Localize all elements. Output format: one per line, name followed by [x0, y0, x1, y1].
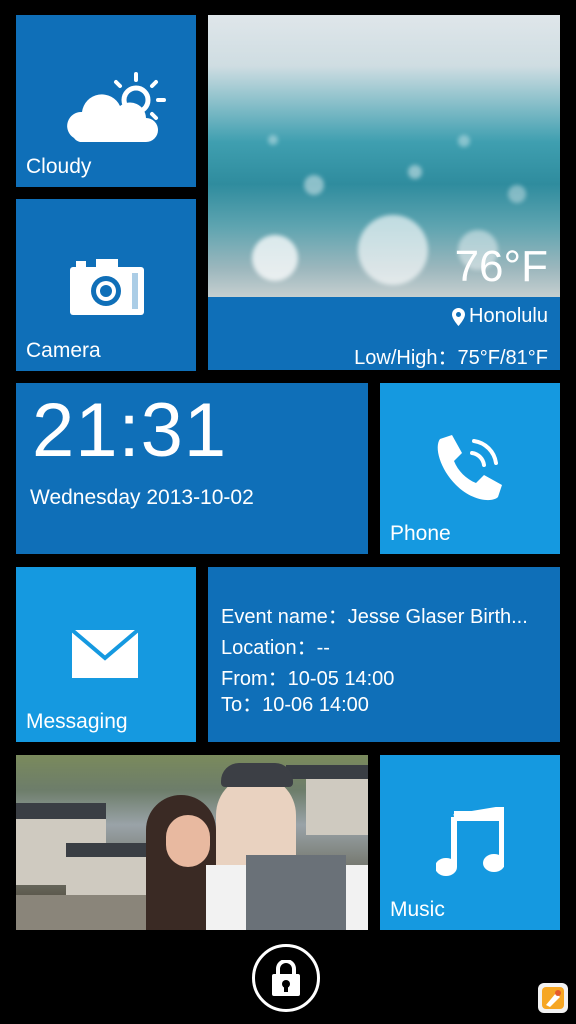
cloud-sun-icon — [67, 72, 166, 142]
clock-tile[interactable]: 21:31 Wednesday 2013-10-02 — [16, 383, 368, 554]
weather-tile-small[interactable]: Cloudy — [16, 15, 196, 187]
weather-location-text: Honolulu — [469, 305, 548, 327]
camera-tile[interactable]: Camera — [16, 199, 196, 371]
map-pin-icon — [452, 307, 466, 326]
brush-icon — [542, 987, 564, 1009]
phone-icon — [437, 435, 502, 501]
messaging-tile[interactable]: Messaging — [16, 567, 196, 742]
music-note-icon — [436, 807, 504, 876]
photo-tile[interactable] — [16, 755, 368, 930]
event-name: Event name：Jesse Glaser Birth... — [221, 606, 528, 628]
event-to: To：10-06 14:00 — [221, 694, 369, 716]
weather-temperature: 76°F — [454, 242, 548, 291]
lock-button[interactable] — [252, 944, 320, 1012]
camera-tile-label: Camera — [26, 339, 101, 362]
clock-time: 21:31 — [32, 388, 228, 473]
weather-location: Honolulu — [452, 305, 548, 328]
music-tile-label: Music — [390, 898, 445, 921]
event-from: From：10-05 14:00 — [221, 668, 395, 690]
app-badge-icon[interactable] — [538, 983, 568, 1013]
weather-tile-label: Cloudy — [26, 155, 92, 178]
weather-tile-large[interactable]: 76°F Honolulu Low/High：75°F/81°F — [208, 15, 560, 371]
photo-icon — [16, 755, 368, 930]
lock-icon — [272, 960, 300, 996]
music-tile[interactable]: Music — [380, 755, 560, 930]
clock-date: Wednesday 2013-10-02 — [30, 486, 254, 509]
camera-icon — [70, 259, 144, 315]
phone-tile[interactable]: Phone — [380, 383, 560, 554]
calendar-event-tile[interactable]: Event name：Jesse Glaser Birth... Locatio… — [208, 567, 560, 742]
messaging-tile-label: Messaging — [26, 710, 128, 733]
weather-low-high: Low/High：75°F/81°F — [354, 347, 548, 369]
weather-info-bar: Honolulu Low/High：75°F/81°F — [208, 297, 560, 370]
event-location: Location：-- — [221, 637, 330, 659]
envelope-icon — [72, 630, 138, 678]
phone-tile-label: Phone — [390, 522, 451, 545]
